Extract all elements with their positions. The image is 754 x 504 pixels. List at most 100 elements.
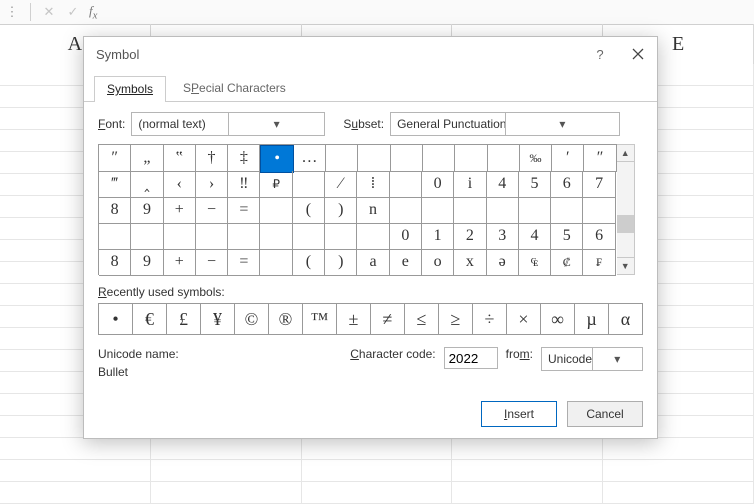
symbol-cell[interactable]: 0 [422, 171, 454, 198]
symbol-cell[interactable] [325, 223, 357, 250]
symbol-cell[interactable]: − [196, 197, 228, 224]
symbol-cell[interactable]: = [228, 197, 260, 224]
symbol-cell[interactable] [519, 197, 551, 224]
symbol-cell[interactable]: ″ [584, 145, 616, 172]
symbol-cell[interactable] [390, 171, 422, 198]
symbol-cell[interactable]: 5 [519, 171, 551, 198]
symbol-cell[interactable] [357, 223, 389, 250]
recent-symbol[interactable]: × [506, 303, 541, 335]
symbol-cell[interactable] [551, 197, 583, 224]
symbol-cell[interactable]: ″ [99, 145, 131, 172]
symbol-cell[interactable]: 0 [390, 223, 422, 250]
recent-symbol[interactable]: ≥ [438, 303, 473, 335]
fx-icon[interactable]: fx [89, 3, 97, 22]
symbol-cell[interactable]: ′ [552, 145, 584, 172]
symbol-cell[interactable] [358, 145, 390, 172]
symbol-cell[interactable]: ) [325, 249, 357, 276]
symbol-cell[interactable]: a [357, 249, 389, 276]
symbol-cell[interactable]: 9 [131, 249, 163, 276]
symbol-cell[interactable]: i [454, 171, 486, 198]
recent-symbol[interactable]: • [98, 303, 133, 335]
symbol-cell[interactable]: • [260, 145, 293, 173]
symbol-cell[interactable] [228, 223, 260, 250]
symbol-cell[interactable] [390, 197, 422, 224]
symbol-cell[interactable]: ₣ [583, 249, 615, 276]
symbol-cell[interactable]: 4 [519, 223, 551, 250]
symbol-cell[interactable]: 3 [487, 223, 519, 250]
symbol-cell[interactable]: = [228, 249, 260, 276]
symbol-cell[interactable] [260, 223, 292, 250]
cancel-icon[interactable]: ✕ [37, 1, 61, 23]
symbol-cell[interactable]: ( [293, 197, 325, 224]
symbol-cell[interactable]: − [196, 249, 228, 276]
tab-special-characters[interactable]: SPecial Characters [170, 75, 299, 101]
symbol-cell[interactable]: 2 [454, 223, 486, 250]
symbol-cell[interactable]: 4 [487, 171, 519, 198]
symbol-cell[interactable]: ⁄ [325, 171, 357, 198]
symbol-cell[interactable] [293, 223, 325, 250]
tab-symbols[interactable]: Symbols [94, 76, 166, 102]
help-button[interactable]: ? [581, 38, 619, 70]
recent-symbol[interactable]: ¥ [200, 303, 235, 335]
symbol-scrollbar[interactable]: ▲ ▼ [617, 144, 635, 275]
recent-symbol[interactable]: € [132, 303, 167, 335]
symbol-cell[interactable]: ₠ [519, 249, 551, 276]
symbol-cell[interactable]: ⁞ [357, 171, 389, 198]
symbol-cell[interactable]: 8 [99, 249, 131, 276]
symbol-cell[interactable]: ‼ [228, 171, 260, 198]
symbol-cell[interactable] [391, 145, 423, 172]
recent-symbol[interactable]: α [608, 303, 643, 335]
close-button[interactable] [619, 38, 657, 70]
scroll-up-icon[interactable]: ▲ [617, 145, 634, 162]
symbol-cell[interactable]: … [294, 145, 326, 172]
symbol-cell[interactable]: n [357, 197, 389, 224]
recent-symbol[interactable]: ÷ [472, 303, 507, 335]
symbol-cell[interactable]: ə [487, 249, 519, 276]
scroll-thumb[interactable] [617, 215, 634, 233]
symbol-cell[interactable]: 7 [583, 171, 615, 198]
symbol-cell[interactable]: 6 [551, 171, 583, 198]
symbol-cell[interactable] [293, 171, 325, 198]
symbol-cell[interactable]: 8 [99, 197, 131, 224]
symbol-cell[interactable]: 6 [583, 223, 615, 250]
symbol-cell[interactable]: x [454, 249, 486, 276]
insert-button[interactable]: Insert [481, 401, 557, 427]
recent-symbol[interactable]: µ [574, 303, 609, 335]
recent-symbol[interactable]: ™ [302, 303, 337, 335]
symbol-cell[interactable]: ‴ [99, 171, 131, 198]
recent-symbol[interactable]: ≤ [404, 303, 439, 335]
symbol-cell[interactable]: 1 [422, 223, 454, 250]
symbol-cell[interactable]: ( [293, 249, 325, 276]
cancel-button[interactable]: Cancel [567, 401, 643, 427]
enter-icon[interactable]: ✓ [61, 1, 85, 23]
symbol-cell[interactable] [423, 145, 455, 172]
recent-symbol[interactable]: £ [166, 303, 201, 335]
symbol-cell[interactable]: o [422, 249, 454, 276]
recent-symbol[interactable]: ® [268, 303, 303, 335]
symbol-cell[interactable] [164, 223, 196, 250]
symbol-cell[interactable] [99, 223, 131, 250]
symbol-cell[interactable] [131, 223, 163, 250]
scroll-down-icon[interactable]: ▼ [617, 257, 634, 274]
symbol-cell[interactable]: ‡ [228, 145, 260, 172]
symbol-cell[interactable]: + [164, 197, 196, 224]
symbol-cell[interactable]: 9 [131, 197, 163, 224]
symbol-cell[interactable] [583, 197, 615, 224]
subset-select[interactable]: General Punctuation ▾ [390, 112, 620, 136]
symbol-cell[interactable] [260, 197, 292, 224]
recent-symbol[interactable]: ≠ [370, 303, 405, 335]
symbol-cell[interactable]: + [164, 249, 196, 276]
symbol-cell[interactable]: ‰ [520, 145, 552, 172]
symbol-cell[interactable] [422, 197, 454, 224]
symbol-cell[interactable] [326, 145, 358, 172]
symbol-cell[interactable]: ‹ [164, 171, 196, 198]
recent-symbol[interactable]: ∞ [540, 303, 575, 335]
symbol-cell[interactable]: ₡ [551, 249, 583, 276]
symbol-cell[interactable]: 5 [551, 223, 583, 250]
symbol-cell[interactable]: ₽ [260, 171, 292, 198]
symbol-cell[interactable] [455, 145, 487, 172]
symbol-cell[interactable] [196, 223, 228, 250]
recent-symbol[interactable]: ± [336, 303, 371, 335]
symbol-cell[interactable]: ‸ [131, 171, 163, 198]
symbol-cell[interactable]: ‟ [164, 145, 196, 172]
